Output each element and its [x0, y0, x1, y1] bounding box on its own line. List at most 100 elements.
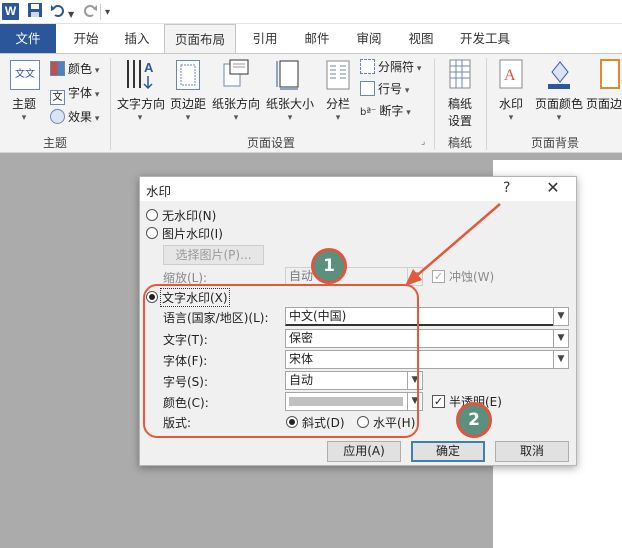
breaks-button[interactable]: 分隔符 ▾ — [360, 56, 421, 78]
colors-icon — [50, 61, 65, 76]
ok-button[interactable]: 确定 — [411, 441, 485, 462]
chevron-down-icon: ▾ — [92, 114, 100, 124]
tab-references[interactable]: 引用 — [244, 24, 286, 53]
themes-button-label[interactable]: 主题 — [6, 95, 42, 112]
no-watermark-label[interactable]: 无水印(N) — [162, 207, 216, 224]
hyphenation-icon: bª⁻ — [360, 107, 377, 118]
columns-label[interactable]: 分栏 — [320, 95, 356, 112]
select-picture-button[interactable]: 选择图片(P)... — [163, 245, 264, 265]
watermark-label[interactable]: 水印 — [492, 95, 530, 112]
close-icon[interactable]: ✕ — [543, 178, 563, 197]
page-borders-label[interactable]: 页面边 — [586, 95, 622, 112]
tab-insert[interactable]: 插入 — [116, 24, 158, 53]
page-color-label[interactable]: 页面颜色 — [532, 95, 586, 112]
group-divider — [110, 58, 111, 150]
save-icon[interactable] — [27, 2, 43, 25]
chevron-down-icon: ▾ — [402, 86, 410, 96]
watermark-icon[interactable]: A — [498, 58, 524, 90]
undo-icon[interactable] — [50, 2, 66, 25]
annotation-highlight-box — [143, 284, 419, 438]
group-divider — [486, 58, 487, 150]
paper-size-icon[interactable] — [276, 58, 302, 90]
chevron-down-icon[interactable]: ▾ — [332, 113, 344, 123]
draft-group-label: 稿纸 — [447, 136, 472, 150]
draft-settings-label-1[interactable]: 稿纸 — [440, 95, 480, 112]
page-background-group-label: 页面背景 — [530, 136, 579, 150]
picture-watermark-radio[interactable] — [146, 227, 158, 239]
page-setup-group-label: 页面设置 — [246, 136, 295, 150]
group-divider — [434, 58, 435, 150]
cancel-button[interactable]: 取消 — [495, 441, 569, 462]
margins-icon[interactable] — [176, 60, 200, 90]
line-numbers-icon — [360, 81, 375, 96]
word-app-logo: W — [2, 3, 19, 20]
theme-fonts-button[interactable]: 文字体 ▾ — [50, 82, 100, 105]
tab-view[interactable]: 视图 — [400, 24, 442, 53]
washout-label: 冲蚀(W) — [449, 270, 495, 284]
chevron-down-icon: ▾ — [92, 90, 100, 100]
tab-mailings[interactable]: 邮件 — [296, 24, 338, 53]
theme-effects-button[interactable]: 效果 ▾ — [50, 106, 99, 128]
tab-page-layout[interactable]: 页面布局 — [164, 24, 236, 54]
orientation-label[interactable]: 纸张方向 — [210, 95, 262, 112]
undo-dropdown-icon[interactable]: ▼ — [68, 5, 74, 25]
annotation-marker-1: 1 — [311, 248, 347, 284]
chevron-down-icon[interactable]: ▾ — [505, 113, 517, 123]
theme-group-label: 主题 — [42, 136, 67, 150]
help-icon[interactable]: ? — [503, 180, 510, 196]
themes-dropdown-icon[interactable]: ▾ — [18, 113, 30, 123]
chevron-down-icon[interactable]: ▼ — [407, 267, 423, 286]
semitransparent-checkbox[interactable]: ✓ — [432, 395, 445, 408]
chevron-down-icon[interactable]: ▼ — [553, 307, 569, 326]
no-watermark-radio[interactable] — [146, 209, 158, 221]
effects-icon — [50, 109, 65, 124]
chevron-down-icon[interactable]: ▾ — [230, 113, 242, 123]
svg-text:A: A — [144, 60, 154, 75]
page-borders-icon[interactable] — [598, 58, 622, 90]
themes-icon[interactable]: 文文 — [10, 60, 40, 90]
chevron-down-icon: ▾ — [92, 66, 100, 76]
dialog-titlebar — [140, 177, 576, 201]
line-numbers-button[interactable]: 行号 ▾ — [360, 78, 409, 100]
hyphenation-button[interactable]: bª⁻ 断字 ▾ — [360, 100, 411, 122]
margins-label[interactable]: 页边距 — [168, 95, 208, 112]
tab-home[interactable]: 开始 — [64, 24, 108, 53]
chevron-down-icon[interactable]: ▾ — [284, 113, 296, 123]
washout-checkbox[interactable]: ✓ — [432, 270, 445, 283]
redo-icon[interactable] — [82, 2, 98, 25]
theme-colors-label: 颜色 — [68, 62, 93, 76]
apply-button[interactable]: 应用(A) — [327, 441, 401, 462]
theme-fonts-label: 字体 — [68, 86, 93, 100]
chevron-down-icon[interactable]: ▼ — [553, 350, 569, 369]
page-color-icon[interactable] — [546, 58, 572, 90]
chevron-down-icon[interactable]: ▾ — [134, 113, 146, 123]
picture-watermark-label[interactable]: 图片水印(I) — [162, 225, 223, 242]
customize-qat-icon[interactable]: ▾ — [105, 3, 110, 23]
tab-file[interactable]: 文件 — [0, 24, 56, 53]
dialog-title: 水印 — [146, 184, 172, 199]
draft-paper-icon[interactable] — [448, 58, 472, 90]
line-numbers-label: 行号 — [378, 82, 403, 96]
text-direction-icon[interactable]: A — [124, 58, 158, 90]
hyphenation-label: 断字 — [379, 104, 404, 118]
tab-review[interactable]: 审阅 — [348, 24, 390, 53]
chevron-down-icon: ▾ — [403, 108, 411, 118]
qat-separator — [100, 4, 101, 20]
paper-size-label[interactable]: 纸张大小 — [264, 95, 316, 112]
fonts-icon: 文 — [50, 90, 65, 105]
annotation-marker-2: 2 — [456, 402, 492, 438]
chevron-down-icon[interactable]: ▾ — [182, 113, 194, 123]
chevron-down-icon: ▾ — [414, 64, 422, 74]
breaks-label: 分隔符 — [378, 60, 415, 74]
chevron-down-icon[interactable]: ▼ — [553, 329, 569, 348]
orientation-icon[interactable] — [222, 58, 250, 90]
breaks-icon — [360, 59, 375, 74]
tab-developer[interactable]: 开发工具 — [452, 24, 518, 53]
draft-settings-label-2[interactable]: 设置 — [440, 112, 480, 129]
chevron-down-icon[interactable]: ▾ — [553, 113, 565, 123]
columns-icon[interactable] — [326, 60, 350, 90]
svg-text:A: A — [504, 67, 516, 84]
text-direction-label[interactable]: 文字方向 — [116, 95, 166, 112]
theme-colors-button[interactable]: 颜色 ▾ — [50, 58, 99, 80]
page-setup-launcher-icon[interactable]: ⌟ — [421, 137, 425, 147]
